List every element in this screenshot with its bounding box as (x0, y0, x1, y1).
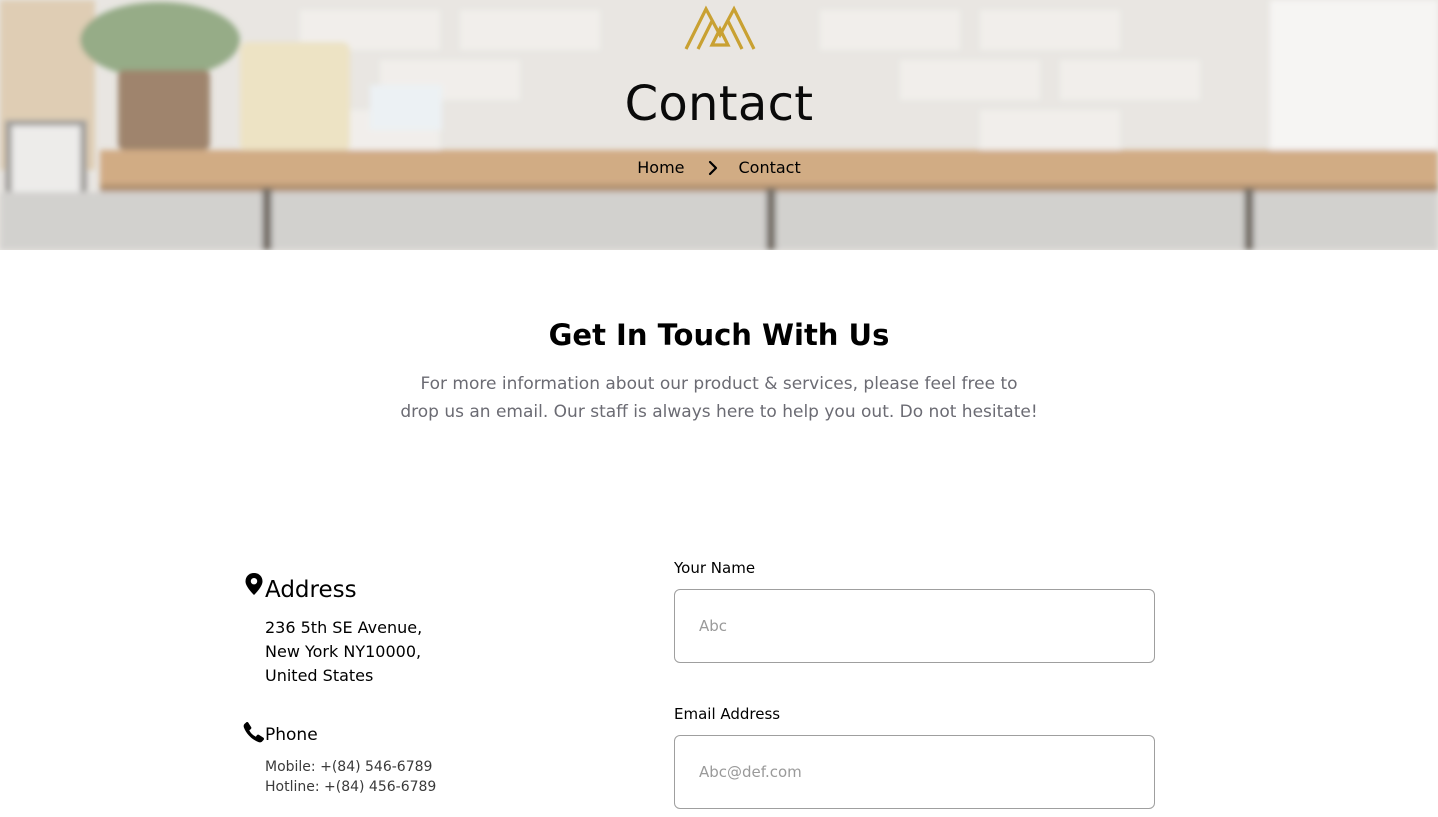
phone-mobile[interactable]: Mobile: +(84) 546-6789 (265, 757, 436, 777)
breadcrumb-home-link[interactable]: Home (635, 157, 686, 179)
page-title: Contact (624, 76, 814, 132)
map-pin-icon (245, 573, 263, 595)
address-text: 236 5th SE Avenue, New York NY10000, Uni… (265, 616, 422, 688)
breadcrumb: Home Contact (0, 157, 1438, 179)
email-label: Email Address (674, 705, 781, 723)
hero-content: Contact Home Contact (0, 0, 1438, 250)
address-title: Address (265, 577, 357, 603)
chevron-right-icon (708, 160, 717, 176)
breadcrumb-current: Contact (738, 158, 801, 177)
section-title: Get In Touch With Us (548, 318, 890, 352)
address-line: New York NY10000, (265, 642, 422, 661)
name-label: Your Name (674, 559, 756, 577)
brand-logo-icon[interactable] (684, 5, 756, 51)
phone-hotline[interactable]: Hotline: +(84) 456-6789 (265, 777, 436, 797)
address-line: 236 5th SE Avenue, (265, 618, 423, 637)
email-input[interactable] (674, 735, 1155, 809)
phone-title: Phone (265, 725, 318, 745)
phone-text: Mobile: +(84) 546-6789 Hotline: +(84) 45… (265, 757, 436, 797)
section-description: For more information about our product &… (400, 374, 1038, 422)
address-line: United States (265, 666, 374, 685)
name-input[interactable] (674, 589, 1155, 663)
phone-icon (243, 721, 265, 743)
hero-banner: Contact Home Contact (0, 0, 1438, 250)
